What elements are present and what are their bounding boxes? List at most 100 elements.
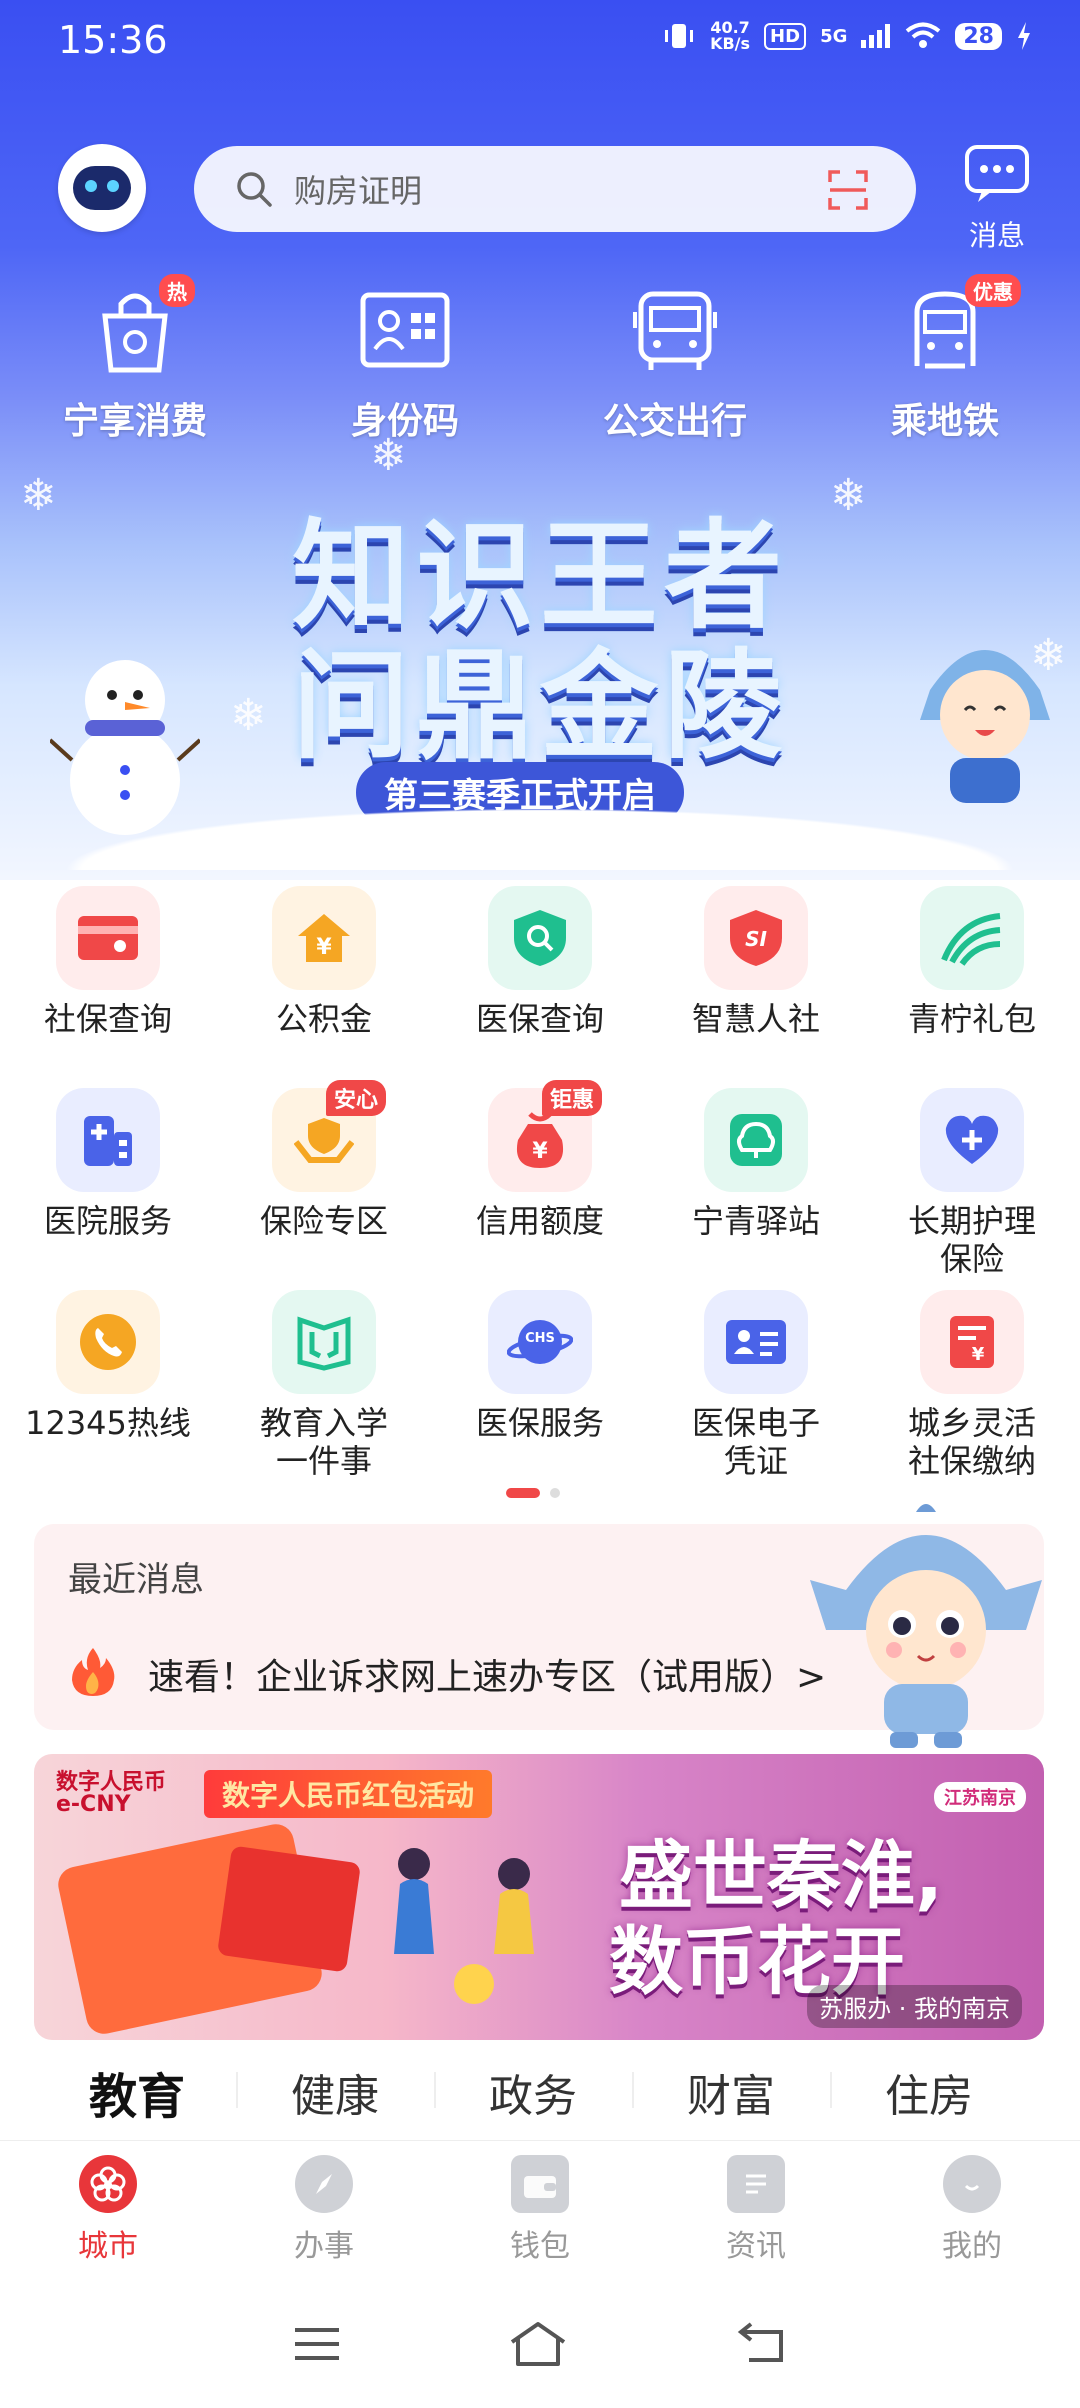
service-label: 长期护理 保险 [907,1202,1036,1278]
si-shield-icon: SI [704,886,808,990]
scan-icon[interactable] [826,168,870,216]
nav-services[interactable]: 办事 [216,2141,432,2280]
service-medical-insurance-query[interactable]: 医保查询 [432,880,648,1082]
tab-education[interactable]: 教育 [38,2057,236,2127]
big-discount-tag: 钜惠 [541,1080,602,1116]
service-medical-e-certificate[interactable]: 医保电子 凭证 [648,1284,864,1486]
service-credit-limit[interactable]: ¥ 钜惠 信用额度 [432,1080,648,1284]
service-lemon-gift[interactable]: 青柠礼包 [864,880,1080,1082]
service-hotline-12345[interactable]: 12345热线 [0,1284,216,1486]
id-card-icon [345,280,465,380]
credit-bag-icon: ¥ 钜惠 [488,1080,602,1192]
nav-wallet[interactable]: 钱包 [432,2141,648,2280]
chat-bubble-icon [965,145,1029,202]
insurance-hands-icon: 安心 [272,1080,386,1192]
robot-face-icon [73,166,131,210]
recent-message-item[interactable]: 速看！企业诉求网上速办专区（试用版）> [148,1648,826,1700]
city-flower-icon [79,2155,137,2213]
ecny-logo: 数字人民币 e-CNY [56,1770,167,1817]
tab-health[interactable]: 健康 [236,2060,434,2124]
charging-icon [1018,22,1030,50]
status-time: 15:36 [58,18,168,62]
social-security-card-icon [56,886,160,990]
service-label: 保险专区 [259,1202,388,1240]
tab-government[interactable]: 政务 [434,2060,632,2124]
service-label: 医保电子 凭证 [691,1404,820,1480]
whale-mascot-icon[interactable] [806,1500,1046,1750]
service-label: 医院服务 [43,1202,172,1240]
service-flexible-social-security-payment[interactable]: ¥ 城乡灵活 社保缴纳 [864,1284,1080,1486]
status-bar: 15:36 40.7 KB/s HD 5G 28 [0,0,1080,82]
tab-housing[interactable]: 住房 [830,2060,1028,2124]
tab-wealth[interactable]: 财富 [632,2060,830,2124]
nav-label: 资讯 [726,2229,786,2264]
snowflake-icon: ❄ [370,430,407,481]
system-navigation-bar [0,2280,1080,2408]
youth-station-icon [704,1088,808,1192]
search-input[interactable]: 购房证明 [294,166,422,212]
people-illustration [394,1848,534,2004]
nav-profile[interactable]: 我的 [864,2141,1080,2280]
promo-activity-tag: 数字人民币红包活动 [204,1770,493,1818]
robot-avatar[interactable] [58,144,146,232]
service-insurance-zone[interactable]: 安心 保险专区 [216,1080,432,1284]
hot-tag: 热 [159,274,195,307]
service-label: 医保服务 [475,1404,604,1442]
nav-label: 城市 [78,2229,138,2264]
service-label: 社保查询 [43,1000,172,1038]
hero-section: 15:36 40.7 KB/s HD 5G 28 购房证明 消息 热 宁享消费 … [0,0,1080,880]
service-smart-hr[interactable]: SI 智慧人社 [648,880,864,1082]
service-youth-station[interactable]: 宁青驿站 [648,1082,864,1284]
compass-icon [295,2155,353,2213]
page-dot-active [506,1488,540,1498]
message-label: 消息 [968,219,1025,252]
home-icon[interactable] [508,2320,568,2368]
service-education-enrollment[interactable]: 教育入学 一件事 [216,1284,432,1486]
message-button[interactable]: 消息 [962,144,1032,254]
svg-text:¥: ¥ [316,935,332,960]
service-medical-insurance-service[interactable]: CHS 医保服务 [432,1284,648,1486]
quick-item-consume[interactable]: 热 宁享消费 [0,274,270,444]
medical-search-icon [488,886,592,990]
nav-label: 钱包 [510,2229,570,2264]
service-hospital[interactable]: 医院服务 [0,1082,216,1284]
service-long-term-care-insurance[interactable]: 长期护理 保险 [864,1082,1080,1284]
menu-icon[interactable] [293,2324,341,2364]
news-doc-icon [727,2155,785,2213]
whale-mascot-icon [920,650,1050,803]
service-row: 医院服务 安心 保险专区 ¥ 钜惠 信用额度 宁青驿站 长期护理 保险 [0,1080,1080,1284]
service-social-security-query[interactable]: 社保查询 [0,880,216,1082]
vibrate-icon [665,24,694,48]
ecny-promo-banner[interactable]: 数字人民币 e-CNY 数字人民币红包活动 江苏南京 盛世秦淮, 数币花开 苏服… [34,1754,1044,2040]
wallet-icon [511,2155,569,2213]
recent-messages-title: 最近消息 [68,1560,204,1600]
search-icon [234,169,274,209]
service-housing-fund[interactable]: ¥ 公积金 [216,880,432,1082]
quick-item-metro[interactable]: 优惠 乘地铁 [810,274,1080,444]
net-speed: 40.7 KB/s [710,18,751,53]
search-bar[interactable]: 购房证明 [194,146,916,232]
svg-text:SI: SI [745,927,767,951]
education-book-icon [272,1290,376,1394]
quick-item-id-code[interactable]: 身份码 [270,280,540,444]
promo-carousel-banner[interactable]: ❄ ❄ ❄ ❄ ❄ 知识王者 问鼎金陵 第三赛季正式开启 [0,430,1080,870]
discount-tag: 优惠 [965,274,1021,307]
payment-slip-icon: ¥ [920,1290,1024,1394]
promo-footer-badge: 苏服办 · 我的南京 [807,1985,1022,2028]
hd-badge: HD [764,22,807,50]
back-icon[interactable] [735,2322,787,2366]
service-row: 社保查询 ¥ 公积金 医保查询 SI 智慧人社 青柠礼包 [0,880,1080,1082]
wifi-icon [906,22,941,48]
chs-planet-icon: CHS [488,1290,592,1394]
reassure-tag: 安心 [325,1080,386,1116]
service-label: 教育入学 一件事 [259,1404,388,1480]
nav-news[interactable]: 资讯 [648,2141,864,2280]
service-grid: 社保查询 ¥ 公积金 医保查询 SI 智慧人社 青柠礼包 医院服务 安心 保险专… [0,880,1080,1486]
svg-text:CHS: CHS [525,1331,555,1346]
metro-icon: 优惠 [885,274,1021,380]
nav-city[interactable]: 城市 [0,2141,216,2280]
signal-icon [861,24,891,48]
promo-location-badge: 江苏南京 [934,1782,1026,1812]
quick-item-bus[interactable]: 公交出行 [540,280,810,444]
phone-icon [56,1290,160,1394]
